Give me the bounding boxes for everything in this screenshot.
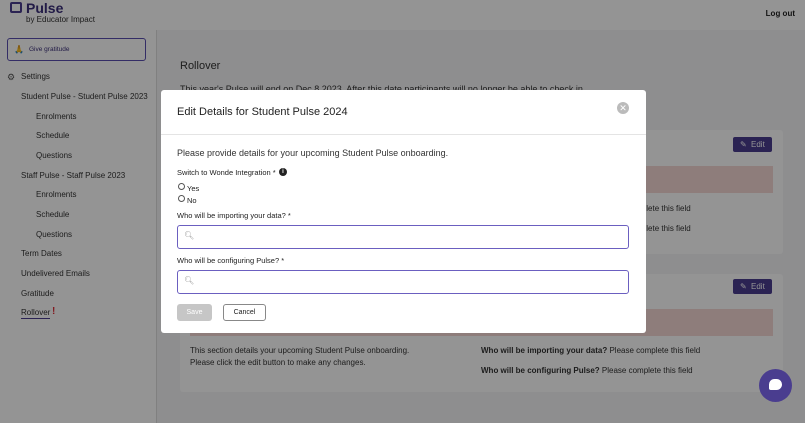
wonde-switch-label: Switch to Wonde Integration * — [177, 168, 276, 177]
import-field-label: Who will be importing your data? * — [177, 211, 291, 220]
search-icon: 🔍︎ — [184, 231, 195, 240]
radio-no-label: No — [187, 196, 197, 205]
info-icon[interactable]: i — [279, 168, 287, 176]
config-field-label: Who will be configuring Pulse? * — [177, 256, 285, 265]
modal-intro: Please provide details for your upcoming… — [177, 148, 449, 158]
radio-yes-label: Yes — [187, 184, 200, 193]
modal-divider — [161, 134, 646, 135]
chat-icon — [769, 379, 782, 390]
cancel-button[interactable]: Cancel — [223, 304, 266, 321]
config-search-field[interactable]: 🔍︎ — [177, 270, 629, 294]
save-button[interactable]: Save — [177, 304, 212, 321]
modal-title: Edit Details for Student Pulse 2024 — [177, 106, 348, 118]
config-search-input[interactable] — [196, 274, 620, 290]
import-search-input[interactable] — [196, 229, 620, 245]
edit-details-modal: Edit Details for Student Pulse 2024 ✕ Pl… — [161, 90, 646, 333]
import-search-field[interactable]: 🔍︎ — [177, 225, 629, 249]
radio-yes[interactable] — [178, 183, 185, 190]
radio-no[interactable] — [178, 195, 185, 202]
close-icon[interactable]: ✕ — [617, 102, 629, 114]
search-icon: 🔍︎ — [184, 276, 195, 285]
chat-launcher-button[interactable] — [759, 369, 792, 402]
